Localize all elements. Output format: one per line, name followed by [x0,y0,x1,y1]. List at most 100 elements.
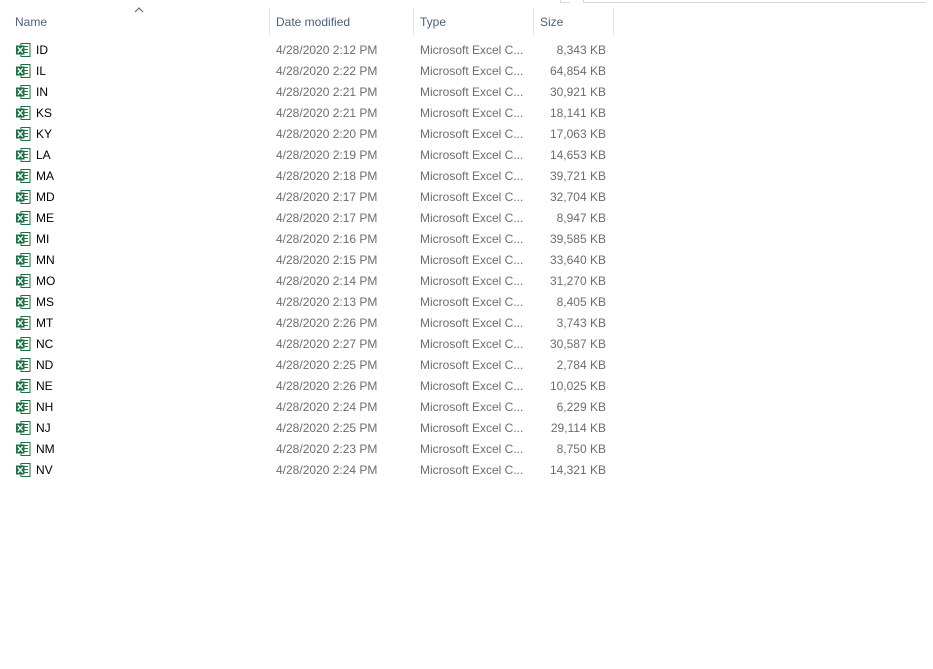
file-row[interactable]: NC 4/28/2020 2:27 PM Microsoft Excel C..… [0,334,614,355]
file-size: 30,921 KB [549,85,606,99]
excel-file-icon [16,169,31,183]
file-date-modified: 4/28/2020 2:17 PM [276,190,378,204]
file-type: Microsoft Excel C... [420,253,524,267]
file-name: NH [36,400,54,414]
excel-file-icon [16,127,31,141]
file-date-modified: 4/28/2020 2:24 PM [276,463,378,477]
column-header-size[interactable]: Size [534,8,614,36]
excel-file-icon [16,64,31,78]
excel-file-icon [16,421,31,435]
file-name: MO [36,274,56,288]
file-size: 10,025 KB [549,379,606,393]
file-row[interactable]: IN 4/28/2020 2:21 PM Microsoft Excel C..… [0,82,614,103]
file-row[interactable]: MS 4/28/2020 2:13 PM Microsoft Excel C..… [0,292,614,313]
file-row[interactable]: MT 4/28/2020 2:26 PM Microsoft Excel C..… [0,313,614,334]
file-row[interactable]: NV 4/28/2020 2:24 PM Microsoft Excel C..… [0,460,614,481]
column-header-size-label: Size [540,15,564,29]
excel-file-icon [16,316,31,330]
file-row[interactable]: NE 4/28/2020 2:26 PM Microsoft Excel C..… [0,376,614,397]
excel-file-icon [16,337,31,351]
search-box-edge[interactable] [583,0,926,3]
column-header-type-label: Type [420,15,447,29]
file-name: MI [36,232,50,246]
file-type: Microsoft Excel C... [420,85,524,99]
window-top-edge [0,0,933,3]
excel-file-icon [16,190,31,204]
file-row[interactable]: MO 4/28/2020 2:14 PM Microsoft Excel C..… [0,271,614,292]
file-name: IN [36,85,48,99]
column-header-name-label: Name [15,15,48,29]
file-type: Microsoft Excel C... [420,295,524,309]
file-size: 64,854 KB [549,64,606,78]
file-row[interactable]: MN 4/28/2020 2:15 PM Microsoft Excel C..… [0,250,614,271]
file-date-modified: 4/28/2020 2:25 PM [276,421,378,435]
file-size: 29,114 KB [550,421,606,435]
file-date-modified: 4/28/2020 2:26 PM [276,379,378,393]
file-row[interactable]: LA 4/28/2020 2:19 PM Microsoft Excel C..… [0,145,614,166]
file-name: NM [36,442,55,456]
file-name: NV [36,463,53,477]
file-date-modified: 4/28/2020 2:22 PM [276,64,378,78]
file-size: 30,587 KB [549,337,606,351]
file-size: 17,063 KB [549,127,606,141]
file-date-modified: 4/28/2020 2:15 PM [276,253,378,267]
excel-file-icon [16,253,31,267]
file-row[interactable]: MA 4/28/2020 2:18 PM Microsoft Excel C..… [0,166,614,187]
excel-file-icon [16,379,31,393]
file-name: MA [36,169,54,183]
excel-file-icon [16,358,31,372]
file-row[interactable]: NH 4/28/2020 2:24 PM Microsoft Excel C..… [0,397,614,418]
file-size: 33,640 KB [549,253,606,267]
file-date-modified: 4/28/2020 2:14 PM [276,274,378,288]
file-date-modified: 4/28/2020 2:20 PM [276,127,378,141]
file-name: KY [36,127,53,141]
file-date-modified: 4/28/2020 2:26 PM [276,316,378,330]
file-row[interactable]: MD 4/28/2020 2:17 PM Microsoft Excel C..… [0,187,614,208]
file-name: MD [36,190,55,204]
column-header-date-modified[interactable]: Date modified [270,8,414,36]
file-size: 39,585 KB [549,232,606,246]
file-name: ID [36,43,48,57]
nav-button-edge[interactable] [560,0,570,3]
file-row[interactable]: MI 4/28/2020 2:16 PM Microsoft Excel C..… [0,229,614,250]
file-name: MS [36,295,54,309]
file-name: NC [36,337,54,351]
file-type: Microsoft Excel C... [420,421,524,435]
file-date-modified: 4/28/2020 2:16 PM [276,232,378,246]
file-size: 14,321 KB [549,463,606,477]
file-size: 8,405 KB [556,295,606,309]
file-size: 8,750 KB [556,442,606,456]
file-date-modified: 4/28/2020 2:25 PM [276,358,378,372]
file-size: 39,721 KB [549,169,606,183]
file-size: 3,743 KB [556,316,606,330]
file-name: ME [36,211,54,225]
file-row[interactable]: IL 4/28/2020 2:22 PM Microsoft Excel C..… [0,61,614,82]
file-name: KS [36,106,53,120]
file-row[interactable]: KS 4/28/2020 2:21 PM Microsoft Excel C..… [0,103,614,124]
file-row[interactable]: NJ 4/28/2020 2:25 PM Microsoft Excel C..… [0,418,614,439]
file-size: 8,343 KB [556,43,606,57]
file-date-modified: 4/28/2020 2:19 PM [276,148,378,162]
file-type: Microsoft Excel C... [420,232,524,246]
file-row[interactable]: ID 4/28/2020 2:12 PM Microsoft Excel C..… [0,40,614,61]
file-type: Microsoft Excel C... [420,127,524,141]
file-type: Microsoft Excel C... [420,43,524,57]
file-type: Microsoft Excel C... [420,400,524,414]
file-row[interactable]: ME 4/28/2020 2:17 PM Microsoft Excel C..… [0,208,614,229]
column-header-type[interactable]: Type [414,8,534,36]
file-date-modified: 4/28/2020 2:24 PM [276,400,378,414]
column-header-date-label: Date modified [276,15,351,29]
file-row[interactable]: NM 4/28/2020 2:23 PM Microsoft Excel C..… [0,439,614,460]
file-name: MT [36,316,54,330]
file-date-modified: 4/28/2020 2:17 PM [276,211,378,225]
excel-file-icon [16,85,31,99]
file-size: 8,947 KB [556,211,606,225]
file-type: Microsoft Excel C... [420,169,524,183]
file-row[interactable]: KY 4/28/2020 2:20 PM Microsoft Excel C..… [0,124,614,145]
file-type: Microsoft Excel C... [420,379,524,393]
file-row[interactable]: ND 4/28/2020 2:25 PM Microsoft Excel C..… [0,355,614,376]
sort-ascending-icon [134,7,144,13]
file-date-modified: 4/28/2020 2:21 PM [276,85,378,99]
file-size: 32,704 KB [549,190,606,204]
file-size: 14,653 KB [549,148,606,162]
